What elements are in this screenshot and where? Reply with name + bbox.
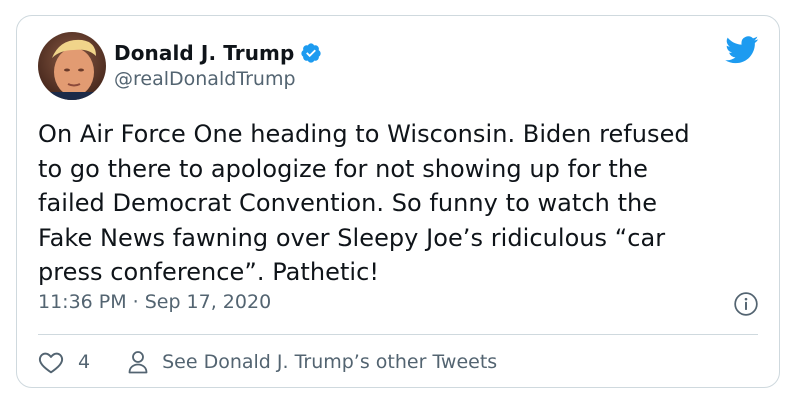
display-name[interactable]: Donald J. Trump bbox=[114, 41, 294, 65]
avatar[interactable] bbox=[38, 32, 106, 100]
tweet-card: Donald J. Trump @realDonaldTrump On Air … bbox=[16, 15, 780, 388]
twitter-bird-icon[interactable] bbox=[725, 36, 759, 64]
tweet-time[interactable]: 11:36 PM bbox=[38, 291, 127, 313]
avatar-image bbox=[38, 32, 106, 100]
author-handle[interactable]: @realDonaldTrump bbox=[114, 68, 296, 90]
tweet-actions: 4 See Donald J. Trump’s other Tweets bbox=[38, 346, 497, 378]
like-button[interactable]: 4 bbox=[38, 350, 90, 374]
see-other-tweets-link[interactable]: See Donald J. Trump’s other Tweets bbox=[128, 350, 497, 374]
like-count: 4 bbox=[78, 351, 91, 373]
person-icon bbox=[128, 351, 148, 374]
verified-badge-icon bbox=[301, 43, 322, 63]
tweet-timestamp[interactable]: 11:36 PM · Sep 17, 2020 bbox=[38, 291, 271, 313]
info-icon[interactable] bbox=[733, 291, 759, 317]
divider bbox=[38, 334, 758, 335]
see-other-tweets-label[interactable]: See Donald J. Trump’s other Tweets bbox=[162, 351, 497, 373]
heart-icon bbox=[38, 352, 64, 374]
author-name-row[interactable]: Donald J. Trump bbox=[114, 38, 322, 68]
meta-separator: · bbox=[132, 291, 139, 313]
tweet-date[interactable]: Sep 17, 2020 bbox=[145, 291, 271, 313]
tweet-text: On Air Force One heading to Wisconsin. B… bbox=[38, 120, 690, 286]
